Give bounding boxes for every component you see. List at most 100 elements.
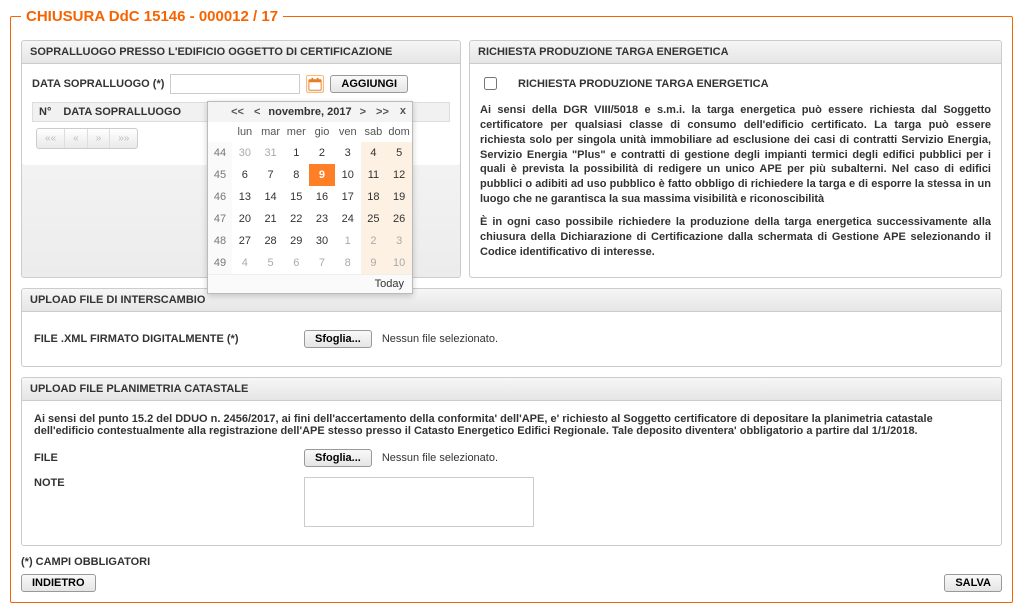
cal-day[interactable]: 6 <box>283 252 309 274</box>
cal-last[interactable]: >> <box>374 106 391 118</box>
upload-plan-note-label: NOTE <box>34 477 294 489</box>
richiesta-p1: Ai sensi della DGR VIII/5018 e s.m.i. la… <box>480 103 991 207</box>
cal-week-number: 45 <box>208 164 232 186</box>
cal-day[interactable]: 4 <box>361 142 387 164</box>
cal-dow: gio <box>309 122 335 142</box>
cal-day[interactable]: 15 <box>283 186 309 208</box>
cal-day[interactable]: 30 <box>232 142 258 164</box>
cal-day[interactable]: 9 <box>361 252 387 274</box>
upload-plan-nofile: Nessun file selezionato. <box>382 452 498 464</box>
calendar-popup: << < novembre, 2017 > >> x lunmarmergiov… <box>207 101 413 294</box>
cal-dow: mer <box>283 122 309 142</box>
cal-day[interactable]: 31 <box>258 142 284 164</box>
cal-next[interactable]: > <box>358 106 368 118</box>
richiesta-checkbox-label: RICHIESTA PRODUZIONE TARGA ENERGETICA <box>518 78 769 90</box>
cal-day[interactable]: 16 <box>309 186 335 208</box>
pager-first[interactable]: «« <box>37 129 65 148</box>
upload-plan-file-label: FILE <box>34 452 294 464</box>
richiesta-panel: RICHIESTA PRODUZIONE TARGA ENERGETICA RI… <box>469 40 1002 278</box>
upload-plan-note-textarea[interactable] <box>304 477 534 527</box>
cal-day[interactable]: 8 <box>335 252 361 274</box>
cal-day[interactable]: 25 <box>361 208 387 230</box>
cal-week-number: 44 <box>208 142 232 164</box>
cal-day[interactable]: 14 <box>258 186 284 208</box>
cal-today[interactable]: Today <box>208 274 412 293</box>
upload-xml-header: UPLOAD FILE DI INTERSCAMBIO <box>22 289 1001 312</box>
pager: «« « » »» <box>36 128 138 149</box>
cal-day[interactable]: 29 <box>283 230 309 252</box>
cal-week-number: 47 <box>208 208 232 230</box>
cal-day[interactable]: 5 <box>258 252 284 274</box>
page-title: CHIUSURA DdC 15146 - 000012 / 17 <box>21 8 283 25</box>
cal-week-number: 46 <box>208 186 232 208</box>
cal-day[interactable]: 2 <box>361 230 387 252</box>
richiesta-checkbox[interactable] <box>484 77 497 90</box>
sopralluogo-panel: SOPRALLUOGO PRESSO L'EDIFICIO OGGETTO DI… <box>21 40 461 278</box>
cal-day[interactable]: 22 <box>283 208 309 230</box>
cal-title: novembre, 2017 <box>268 106 351 118</box>
cal-dow: mar <box>258 122 284 142</box>
cal-dow: dom <box>386 122 412 142</box>
cal-day[interactable]: 20 <box>232 208 258 230</box>
cal-dow: ven <box>335 122 361 142</box>
main-fieldset: CHIUSURA DdC 15146 - 000012 / 17 SOPRALL… <box>10 8 1013 603</box>
cal-day[interactable]: 11 <box>361 164 387 186</box>
upload-plan-browse-button[interactable]: Sfoglia... <box>304 449 372 467</box>
cal-day[interactable]: 28 <box>258 230 284 252</box>
richiesta-header: RICHIESTA PRODUZIONE TARGA ENERGETICA <box>470 41 1001 64</box>
upload-plan-header: UPLOAD FILE PLANIMETRIA CATASTALE <box>22 378 1001 401</box>
calendar-icon[interactable] <box>306 75 324 93</box>
cal-day[interactable]: 7 <box>309 252 335 274</box>
cal-day[interactable]: 4 <box>232 252 258 274</box>
cal-dow: sab <box>361 122 387 142</box>
cal-day[interactable]: 8 <box>283 164 309 186</box>
upload-xml-section: UPLOAD FILE DI INTERSCAMBIO FILE .XML FI… <box>21 288 1002 367</box>
sopralluogo-header: SOPRALLUOGO PRESSO L'EDIFICIO OGGETTO DI… <box>22 41 460 64</box>
upload-plan-section: UPLOAD FILE PLANIMETRIA CATASTALE Ai sen… <box>21 377 1002 546</box>
cal-week-number: 48 <box>208 230 232 252</box>
cal-day[interactable]: 17 <box>335 186 361 208</box>
cal-day[interactable]: 5 <box>386 142 412 164</box>
cal-day[interactable]: 12 <box>386 164 412 186</box>
pager-prev[interactable]: « <box>65 129 88 148</box>
cal-prev[interactable]: < <box>252 106 262 118</box>
pager-next[interactable]: » <box>88 129 111 148</box>
cal-day[interactable]: 13 <box>232 186 258 208</box>
cal-first[interactable]: << <box>229 106 246 118</box>
cal-day[interactable]: 2 <box>309 142 335 164</box>
table-col-date: DATA SOPRALLUOGO <box>63 106 181 118</box>
cal-day[interactable]: 10 <box>386 252 412 274</box>
indietro-button[interactable]: INDIETRO <box>21 574 96 592</box>
cal-day[interactable]: 3 <box>386 230 412 252</box>
cal-day[interactable]: 30 <box>309 230 335 252</box>
upload-xml-browse-button[interactable]: Sfoglia... <box>304 330 372 348</box>
cal-day[interactable]: 3 <box>335 142 361 164</box>
cal-day[interactable]: 1 <box>335 230 361 252</box>
pager-last[interactable]: »» <box>110 129 137 148</box>
cal-day[interactable]: 6 <box>232 164 258 186</box>
cal-day[interactable]: 7 <box>258 164 284 186</box>
cal-day[interactable]: 10 <box>335 164 361 186</box>
cal-day[interactable]: 19 <box>386 186 412 208</box>
upload-plan-intro: Ai sensi del punto 15.2 del DDUO n. 2456… <box>34 413 989 437</box>
cal-close[interactable]: x <box>400 105 406 117</box>
cal-day[interactable]: 18 <box>361 186 387 208</box>
cal-day[interactable]: 9 <box>309 164 335 186</box>
cal-week-number: 49 <box>208 252 232 274</box>
cal-day[interactable]: 1 <box>283 142 309 164</box>
table-col-n: N° <box>39 106 51 118</box>
cal-day[interactable]: 26 <box>386 208 412 230</box>
data-sopralluogo-input[interactable] <box>170 74 300 94</box>
date-label: DATA SOPRALLUOGO (*) <box>32 78 164 90</box>
cal-day[interactable]: 27 <box>232 230 258 252</box>
salva-button[interactable]: SALVA <box>944 574 1002 592</box>
richiesta-p2: È in ogni caso possibile richiedere la p… <box>480 215 991 260</box>
mandatory-label: (*) CAMPI OBBLIGATORI <box>21 556 150 568</box>
upload-xml-label: FILE .XML FIRMATO DIGITALMENTE (*) <box>34 333 294 345</box>
cal-day[interactable]: 21 <box>258 208 284 230</box>
cal-day[interactable]: 24 <box>335 208 361 230</box>
cal-dow: lun <box>232 122 258 142</box>
aggiungi-button[interactable]: AGGIUNGI <box>330 75 408 93</box>
cal-day[interactable]: 23 <box>309 208 335 230</box>
calendar-grid: lunmarmergiovensabdom4430311234545678910… <box>208 122 412 274</box>
